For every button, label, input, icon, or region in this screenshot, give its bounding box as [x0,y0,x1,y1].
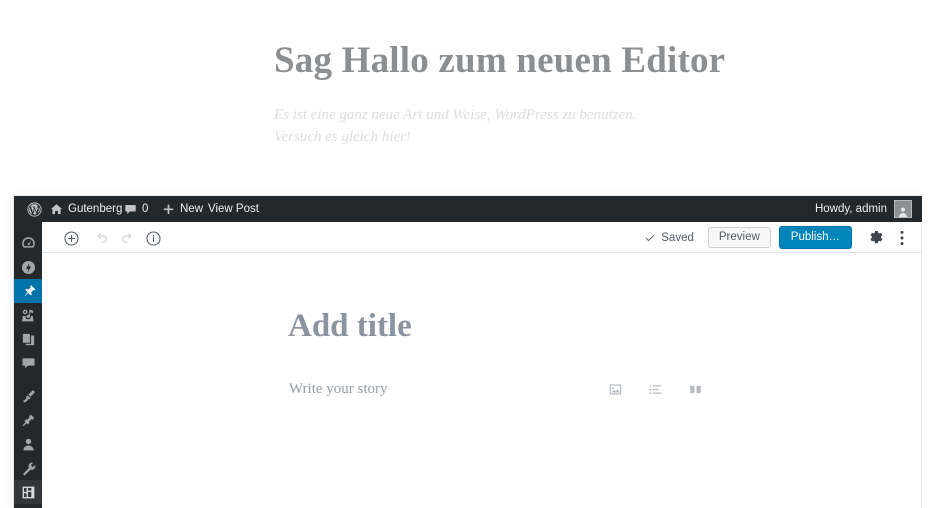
redo-arrow-icon [119,230,136,247]
sidebar-item-settings[interactable] [14,480,42,504]
list-icon [648,382,663,397]
wordpress-logo-icon [26,201,43,218]
sidebar-item-users[interactable] [14,432,42,456]
sidebar-item-gutenberg[interactable] [14,255,42,279]
user-icon [21,437,36,452]
lightning-bolt-circle-icon [21,260,36,275]
sidebar-item-comments[interactable] [14,351,42,375]
wordpress-admin-window: Gutenberg 0 New View Post Howdy, admin S… [14,196,922,508]
home-icon [50,203,63,216]
pages-stack-icon [21,332,36,347]
sidebar-item-pages[interactable] [14,327,42,351]
undo-arrow-icon [93,230,110,247]
sidebar-item-posts[interactable] [14,279,43,303]
admin-sidebar-menu [14,222,43,508]
avatar [894,200,912,218]
media-camera-icon [21,308,36,323]
editor-canvas: Add title Write your story [42,253,922,508]
pin-icon [21,284,36,299]
plug-icon [21,413,36,428]
comment-bubble-icon [124,203,137,216]
preview-button[interactable]: Preview [707,227,771,248]
content-structure-button[interactable] [141,226,165,250]
saved-label: Saved [661,231,694,244]
howdy-label: Howdy, admin [814,203,887,215]
sidebar-item-plugins[interactable] [14,408,42,432]
admin-bar-my-account[interactable]: Howdy, admin [815,196,918,222]
site-name-label: Gutenberg [68,203,123,215]
dashboard-gauge-icon [21,236,36,251]
insert-image-block-button[interactable] [606,380,624,398]
quick-inserter-group [606,378,704,400]
editor-header-actions: Saved Preview Publish… [644,222,922,253]
default-block: Write your story [289,378,704,400]
page-subtitle: Es ist eine ganz neue Art und Weise, Wor… [274,107,637,145]
comments-count-label: 0 [142,203,149,215]
comment-bubble-icon [21,356,36,371]
paintbrush-icon [21,389,36,404]
page-title: Sag Hallo zum neuen Editor [274,40,726,81]
page-right-margin [922,196,943,508]
redo-button[interactable] [115,226,139,250]
admin-bar-site-name[interactable]: Gutenberg [44,196,128,222]
more-menu-button[interactable] [894,227,910,249]
ellipsis-vertical-icon [900,230,904,246]
wrench-icon [21,461,36,476]
admin-bar-comments[interactable]: 0 [118,196,154,222]
checkmark-icon [644,232,656,244]
editor-header-toolbar: Saved Preview Publish… [42,222,922,253]
columns-icon [688,382,703,397]
plus-icon [162,203,175,216]
add-block-button[interactable] [59,226,83,250]
info-circle-icon [145,230,162,247]
status-badge: Saved [644,232,694,244]
block-content-input[interactable]: Write your story [289,378,388,400]
admin-bar-view-post[interactable]: View Post [202,196,265,222]
post-title-input[interactable]: Add title [288,307,412,345]
view-post-label: View Post [208,203,259,215]
settings-sliders-icon [21,485,36,500]
settings-button[interactable] [865,227,887,249]
sidebar-item-media[interactable] [14,303,42,327]
gear-icon [868,230,884,246]
admin-bar: Gutenberg 0 New View Post Howdy, admin [14,196,922,222]
new-label: New [180,203,204,215]
blog-post-hero: Sag Hallo zum neuen Editor Es ist eine g… [0,0,943,196]
publish-button[interactable]: Publish… [778,226,852,249]
insert-columns-block-button[interactable] [686,380,704,398]
insert-list-block-button[interactable] [646,380,664,398]
sidebar-item-appearance[interactable] [14,384,42,408]
sidebar-item-dashboard[interactable] [14,231,42,255]
sidebar-item-tools[interactable] [14,456,42,480]
plus-circle-icon [63,230,80,247]
image-icon [608,382,623,397]
undo-button[interactable] [89,226,113,250]
